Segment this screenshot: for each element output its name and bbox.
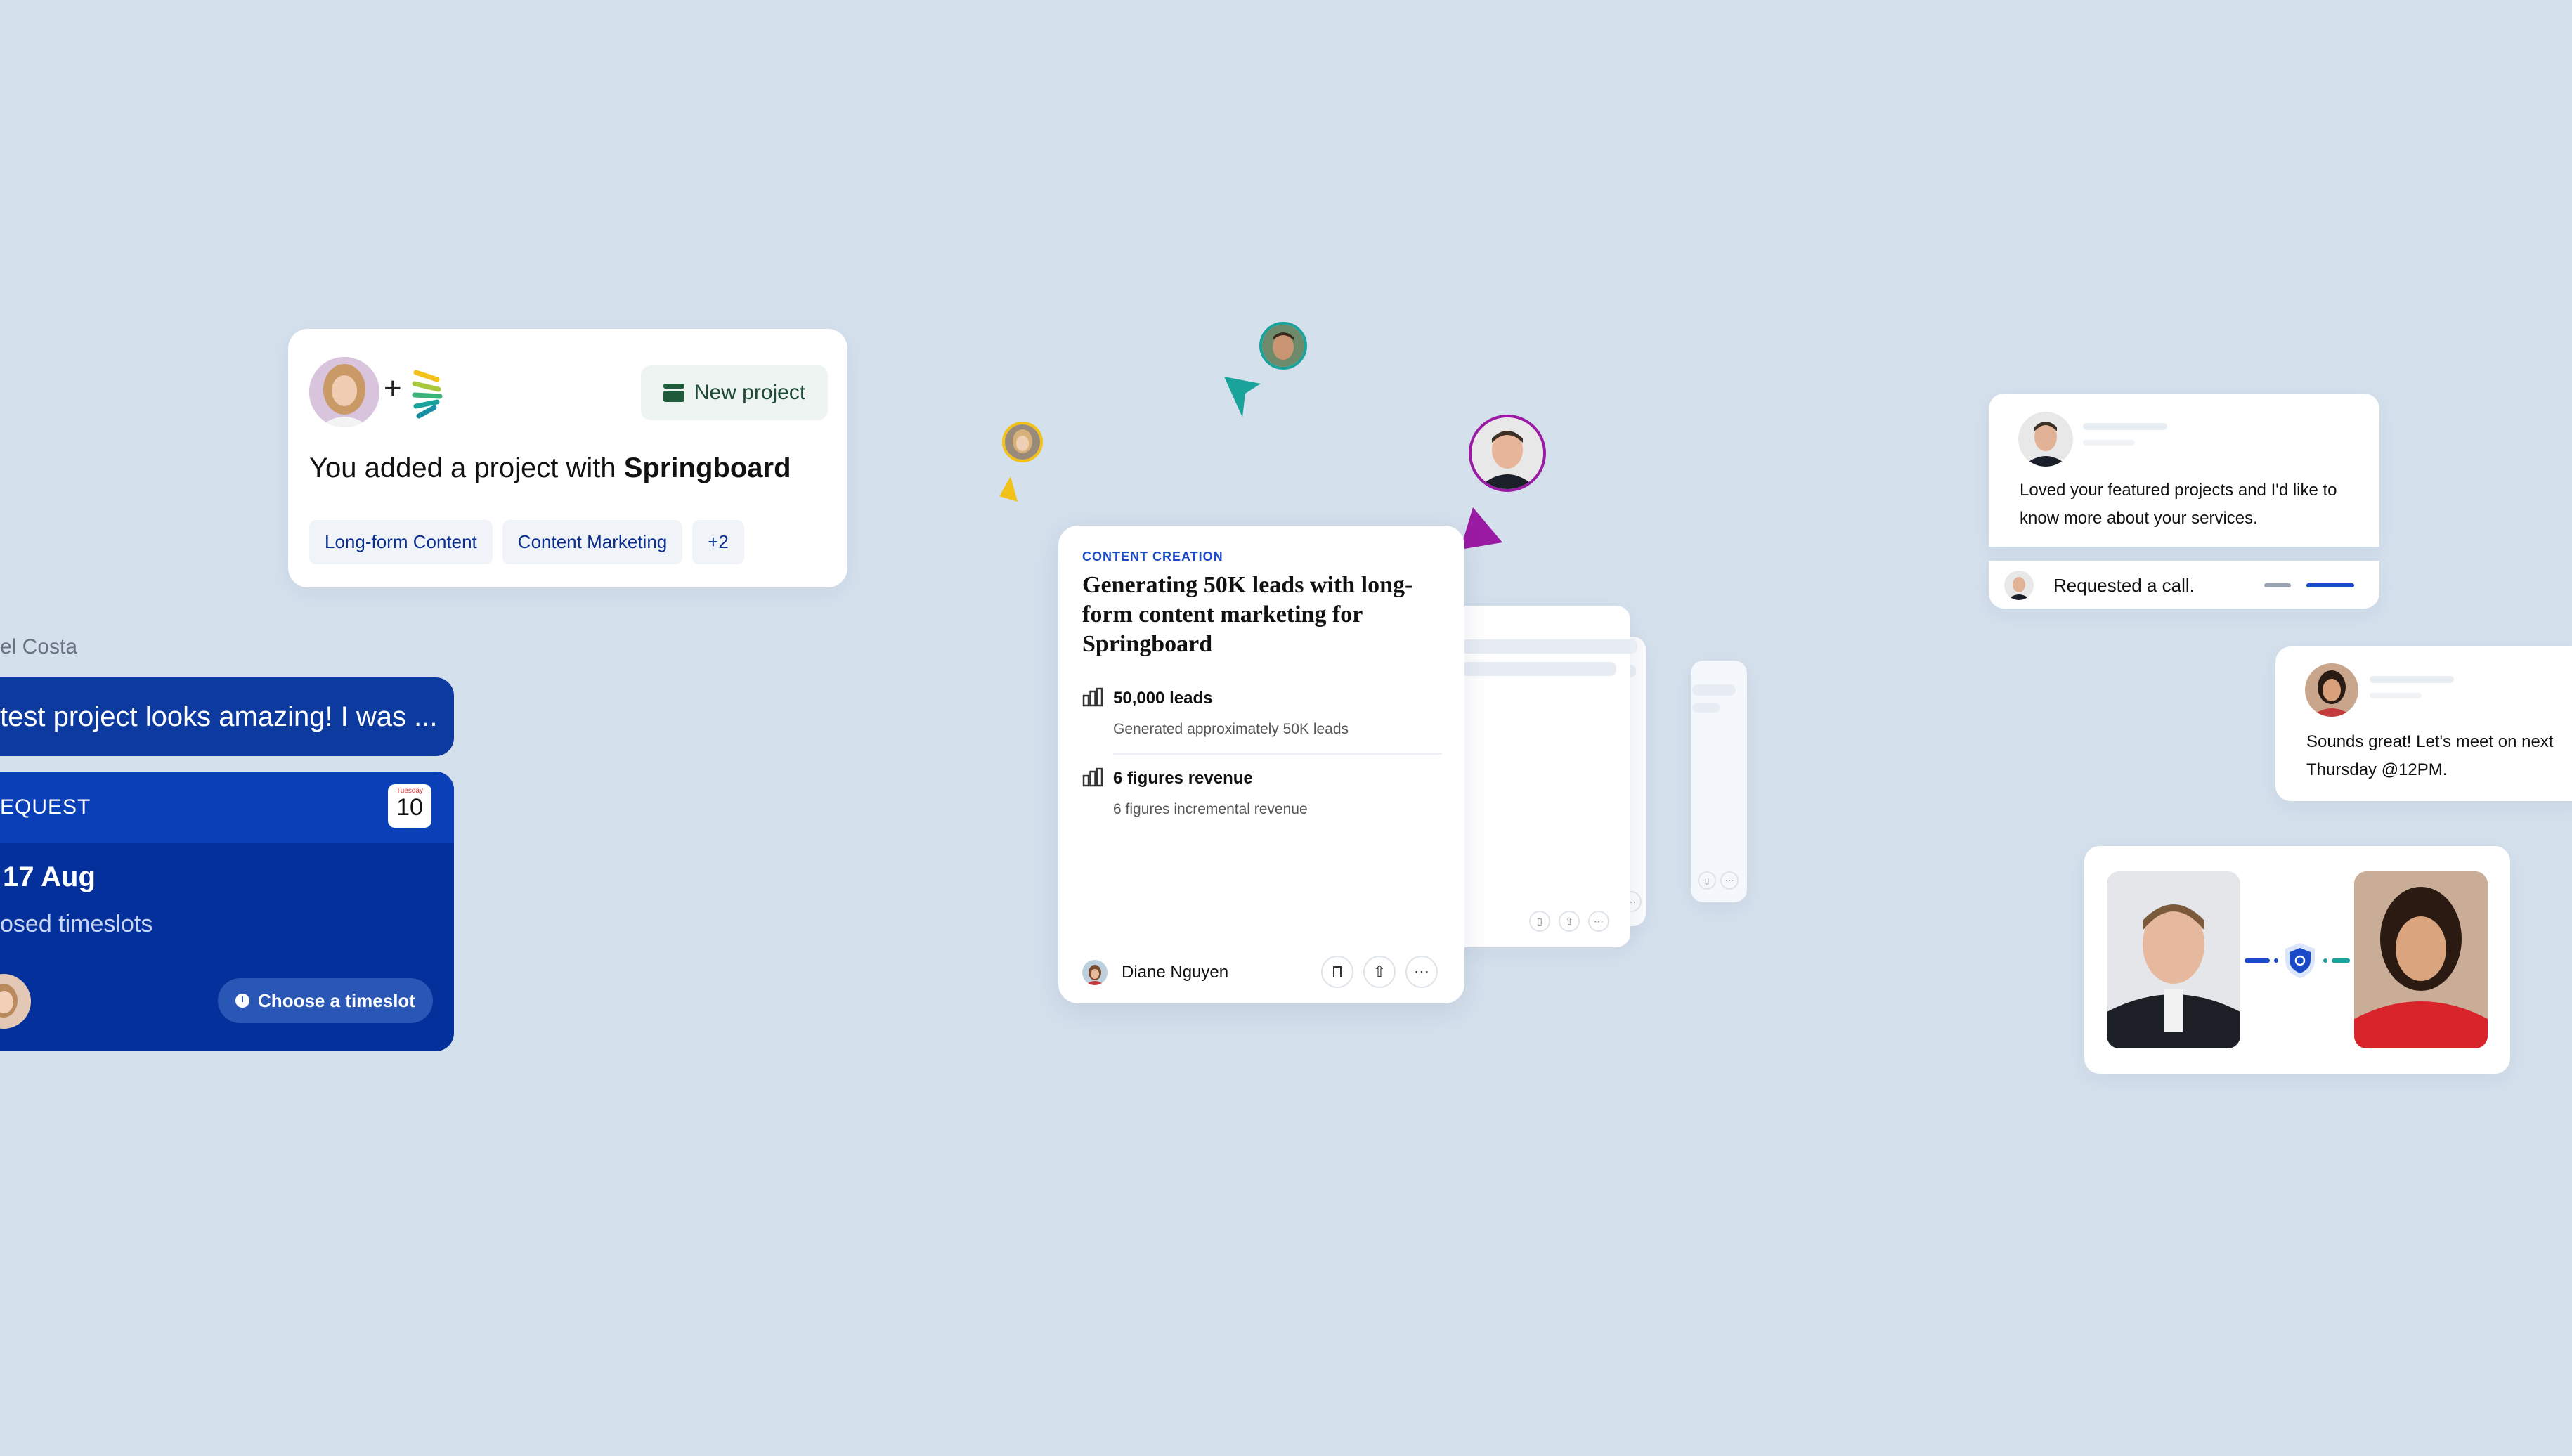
- request-card: EQUEST Tuesday 10 17 Aug osed timeslots …: [0, 772, 454, 1051]
- choose-timeslot-button[interactable]: Choose a timeslot: [218, 978, 433, 1023]
- more-button[interactable]: ⋯: [1405, 956, 1438, 988]
- cursor-icon: [996, 474, 1030, 511]
- bookmark-icon[interactable]: ▯: [1698, 871, 1716, 890]
- author-name: Diane Nguyen: [1122, 963, 1229, 982]
- clock-icon: [235, 994, 250, 1008]
- request-date: 17 Aug: [3, 862, 96, 892]
- divider: [1113, 753, 1442, 755]
- message-brand: Springboard: [623, 453, 791, 483]
- reply-text-line1: Sounds great! Let's meet on next: [2306, 732, 2554, 751]
- stack-icon: [663, 384, 684, 402]
- more-icon[interactable]: ⋯: [1588, 911, 1609, 932]
- share-icon: ⇧: [1372, 963, 1386, 980]
- avatar: [2018, 412, 2073, 467]
- share-icon[interactable]: ⇧: [1559, 911, 1580, 932]
- springboard-logo-icon: [409, 365, 446, 422]
- new-project-button[interactable]: New project: [641, 365, 828, 420]
- request-header: EQUEST Tuesday 10: [0, 772, 454, 843]
- avatar: [0, 974, 31, 1029]
- cursor-icon: [1221, 374, 1264, 425]
- more-icon: ⋯: [1414, 963, 1429, 980]
- chat-bubble[interactable]: test project looks amazing! I was ...: [0, 677, 454, 756]
- connection-line: [2332, 958, 2350, 963]
- request-label: EQUEST: [0, 795, 91, 819]
- metric-title: 6 figures revenue: [1113, 769, 1253, 788]
- message-prefix: You added a project with: [309, 453, 624, 483]
- reply-text-line2: Thursday @12PM.: [2306, 760, 2448, 779]
- author-avatar: [1082, 960, 1108, 985]
- avatar: [1469, 415, 1546, 492]
- bar-chart-icon: [1082, 687, 1103, 707]
- video-call-card: [2084, 846, 2510, 1074]
- avatar: [2305, 663, 2358, 717]
- calendar-icon: Tuesday 10: [388, 784, 431, 828]
- call-status: Requested a call.: [2053, 575, 2195, 596]
- case-study-title: Generating 50K leads with long-form cont…: [1082, 572, 1413, 657]
- metric-title: 50,000 leads: [1113, 689, 1213, 708]
- sender-name: el Costa: [0, 635, 78, 658]
- bookmark-icon: [1333, 966, 1342, 977]
- message-text: Loved your featured projects and I'd lik…: [2020, 481, 2337, 528]
- case-study-category: CONTENT CREATION: [1082, 550, 1223, 564]
- share-button[interactable]: ⇧: [1363, 956, 1396, 988]
- request-subtitle: osed timeslots: [0, 911, 153, 937]
- avatar: [2004, 571, 2034, 600]
- metric-desc: 6 figures incremental revenue: [1113, 801, 1308, 817]
- calendar-day: 10: [396, 794, 423, 821]
- tag-more[interactable]: +2: [692, 520, 744, 564]
- participant-video: [2354, 871, 2488, 1048]
- connection-line: [2245, 958, 2270, 963]
- case-study-card[interactable]: CONTENT CREATION Generating 50K leads wi…: [1058, 526, 1464, 1003]
- progress-step-active: [2306, 583, 2354, 587]
- new-project-label: New project: [694, 381, 806, 404]
- reply-card: Sounds great! Let's meet on next Thursda…: [2275, 646, 2572, 801]
- bookmark-button[interactable]: [1321, 956, 1353, 988]
- bookmark-icon[interactable]: ▯: [1529, 911, 1550, 932]
- avatar: [1002, 422, 1043, 462]
- chat-message: test project looks amazing! I was ...: [0, 701, 438, 732]
- project-card: + New project You added a project with S…: [288, 329, 847, 587]
- tag-list: Long-form Content Content Marketing +2: [309, 520, 754, 564]
- avatar: [1259, 322, 1307, 370]
- tag[interactable]: Content Marketing: [502, 520, 683, 564]
- choose-timeslot-label: Choose a timeslot: [258, 989, 415, 1011]
- project-message: You added a project with Springboard: [309, 453, 791, 484]
- progress-step: [2264, 583, 2291, 587]
- stacked-card: ▯ ⋯: [1691, 661, 1747, 902]
- more-icon[interactable]: ⋯: [1720, 871, 1739, 890]
- participant-video: [2107, 871, 2240, 1048]
- metric-desc: Generated approximately 50K leads: [1113, 721, 1349, 737]
- connection-dot: [2274, 958, 2278, 963]
- tag[interactable]: Long-form Content: [309, 520, 493, 564]
- avatar: [309, 357, 379, 427]
- call-status-bar: Requested a call.: [1989, 561, 2379, 609]
- bar-chart-icon: [1082, 767, 1103, 787]
- secure-shield-icon: [2282, 942, 2318, 980]
- connection-dot: [2323, 958, 2327, 963]
- message-card: Loved your featured projects and I'd lik…: [1989, 394, 2379, 547]
- plus-icon: +: [384, 371, 402, 405]
